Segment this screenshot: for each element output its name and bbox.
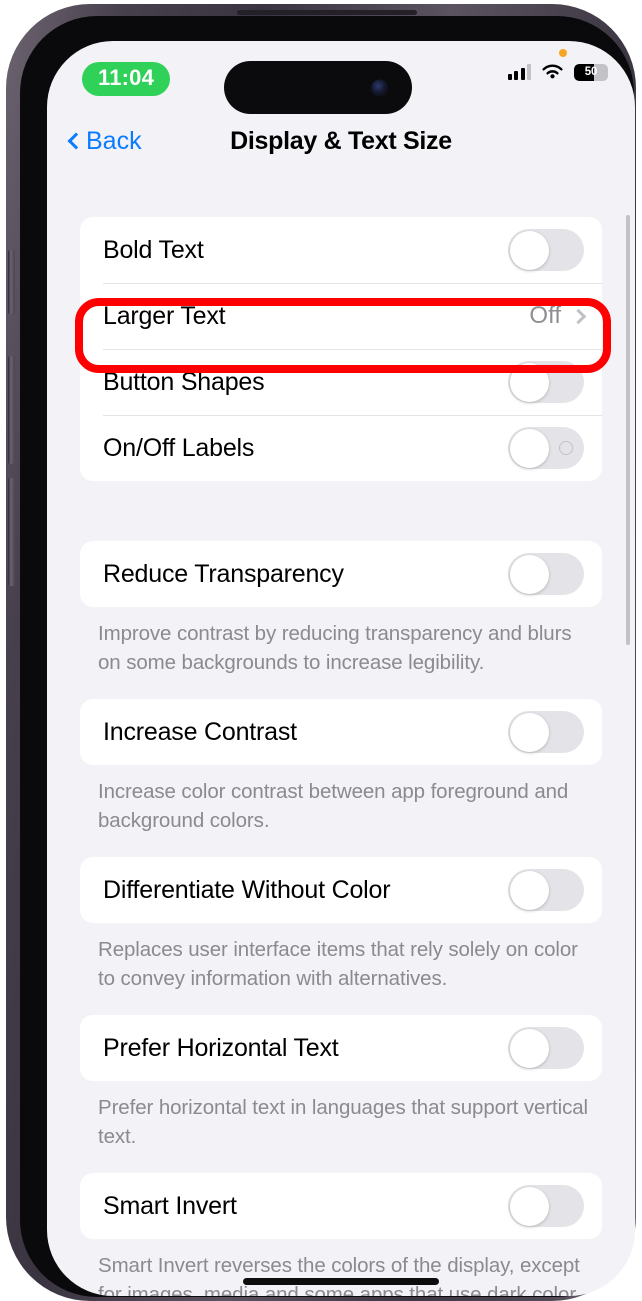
row-on-off-labels[interactable]: On/Off Labels (80, 415, 602, 481)
row-label: Reduce Transparency (103, 559, 344, 588)
front-camera-icon (371, 79, 388, 96)
off-label-icon (559, 441, 573, 455)
toggle-differentiate-without-color[interactable] (508, 869, 584, 911)
volume-down-button[interactable] (8, 478, 15, 586)
toggle-smart-invert[interactable] (508, 1185, 584, 1227)
footer-reduce-transparency: Improve contrast by reducing transparenc… (98, 622, 572, 674)
earpiece-speaker (237, 10, 417, 15)
row-button-shapes[interactable]: Button Shapes (80, 349, 602, 415)
footer-prefer-horizontal-text: Prefer horizontal text in languages that… (98, 1096, 588, 1148)
settings-group-differentiate-without-color: Differentiate Without Color (80, 857, 602, 923)
settings-list[interactable]: Bold Text Larger Text Off Button Shapes … (47, 175, 635, 1296)
battery-icon: 50 (574, 63, 608, 81)
row-reduce-transparency[interactable]: Reduce Transparency (80, 541, 602, 607)
chevron-right-icon (570, 308, 587, 324)
volume-up-button[interactable] (8, 356, 15, 464)
row-label: Button Shapes (103, 367, 265, 396)
row-bold-text[interactable]: Bold Text (80, 217, 602, 283)
toggle-reduce-transparency[interactable] (508, 553, 584, 595)
row-prefer-horizontal-text[interactable]: Prefer Horizontal Text (80, 1015, 602, 1081)
dynamic-island[interactable] (224, 61, 412, 114)
privacy-indicator-icon (559, 49, 567, 57)
status-time: 11:04 (82, 62, 171, 96)
scrollbar[interactable] (626, 215, 630, 645)
row-increase-contrast[interactable]: Increase Contrast (80, 699, 602, 765)
settings-group-increase-contrast: Increase Contrast (80, 699, 602, 765)
phone-screen: 11:04 50 Back Display & Text Size Bold T… (47, 41, 635, 1296)
row-larger-text[interactable]: Larger Text Off (80, 283, 602, 349)
action-button[interactable] (8, 250, 15, 314)
toggle-button-shapes[interactable] (508, 361, 584, 403)
battery-percent-label: 50 (584, 66, 598, 78)
row-label: Bold Text (103, 235, 204, 264)
settings-group-display: Bold Text Larger Text Off Button Shapes … (80, 217, 602, 481)
footer-increase-contrast: Increase color contrast between app fore… (98, 780, 569, 832)
settings-group-smart-invert: Smart Invert (80, 1173, 602, 1239)
row-smart-invert[interactable]: Smart Invert (80, 1173, 602, 1239)
row-differentiate-without-color[interactable]: Differentiate Without Color (80, 857, 602, 923)
footer-differentiate-without-color: Replaces user interface items that rely … (98, 938, 578, 990)
navigation-bar: Back Display & Text Size (47, 113, 635, 175)
row-label: Increase Contrast (103, 717, 297, 746)
wifi-icon (542, 64, 563, 79)
page-title: Display & Text Size (230, 127, 452, 155)
iphone-device-frame: 11:04 50 Back Display & Text Size Bold T… (6, 4, 636, 1301)
home-indicator[interactable] (243, 1278, 439, 1285)
toggle-on-off-labels[interactable] (508, 427, 584, 469)
toggle-bold-text[interactable] (508, 229, 584, 271)
settings-group-prefer-horizontal-text: Prefer Horizontal Text (80, 1015, 602, 1081)
row-value: Off (529, 302, 561, 329)
row-label: Smart Invert (103, 1191, 237, 1220)
footer-smart-invert: Smart Invert reverses the colors of the … (98, 1254, 580, 1296)
row-label: On/Off Labels (103, 433, 255, 462)
cellular-signal-icon (507, 64, 531, 80)
row-label: Prefer Horizontal Text (103, 1033, 339, 1062)
toggle-prefer-horizontal-text[interactable] (508, 1027, 584, 1069)
toggle-increase-contrast[interactable] (508, 711, 584, 753)
settings-group-reduce-transparency: Reduce Transparency (80, 541, 602, 607)
row-label: Larger Text (103, 301, 226, 330)
row-label: Differentiate Without Color (103, 875, 391, 904)
status-bar: 11:04 50 (47, 41, 635, 114)
device-bezel: 11:04 50 Back Display & Text Size Bold T… (20, 16, 635, 1297)
status-icons: 50 (507, 63, 608, 81)
